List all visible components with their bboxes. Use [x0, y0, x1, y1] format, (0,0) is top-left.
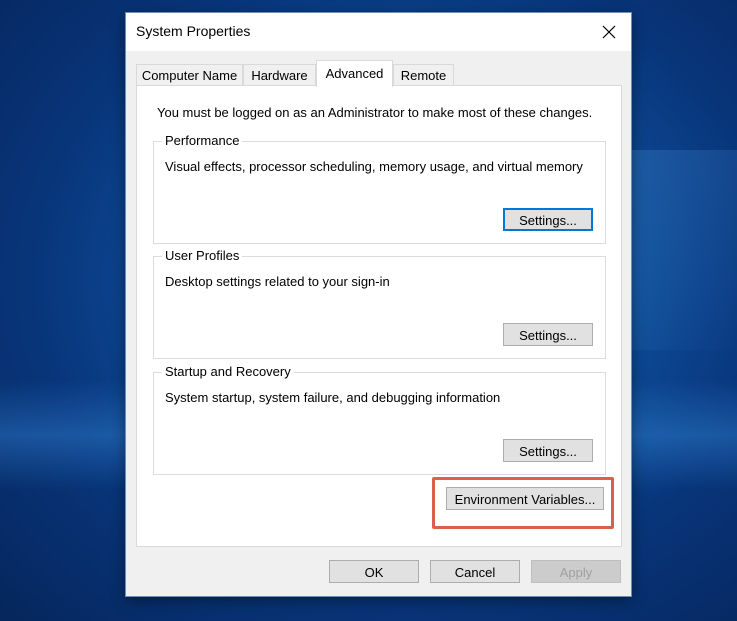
startup-recovery-settings-button[interactable]: Settings... [503, 439, 593, 462]
title-bar[interactable]: System Properties [126, 13, 631, 51]
user-profiles-settings-button[interactable]: Settings... [503, 323, 593, 346]
tab-computer-name[interactable]: Computer Name [136, 64, 243, 85]
user-profiles-description: Desktop settings related to your sign-in [165, 274, 390, 289]
startup-recovery-group: Startup and Recovery System startup, sys… [153, 364, 606, 475]
window-title: System Properties [136, 23, 251, 39]
user-profiles-group: User Profiles Desktop settings related t… [153, 248, 606, 359]
startup-recovery-description: System startup, system failure, and debu… [165, 390, 501, 405]
close-icon [602, 25, 616, 39]
admin-notice: You must be logged on as an Administrato… [157, 105, 593, 120]
startup-recovery-group-title: Startup and Recovery [162, 364, 294, 379]
ok-button[interactable]: OK [329, 560, 419, 583]
user-profiles-group-title: User Profiles [162, 248, 243, 263]
close-button[interactable] [587, 13, 631, 51]
performance-group: Performance Visual effects, processor sc… [153, 133, 606, 244]
tab-remote[interactable]: Remote [393, 64, 454, 85]
tab-hardware[interactable]: Hardware [243, 64, 316, 85]
apply-button[interactable]: Apply [531, 560, 621, 583]
tab-advanced[interactable]: Advanced [316, 60, 393, 87]
performance-description: Visual effects, processor scheduling, me… [165, 159, 583, 174]
environment-variables-highlight [432, 477, 614, 529]
performance-settings-button[interactable]: Settings... [503, 208, 593, 231]
cancel-button[interactable]: Cancel [430, 560, 520, 583]
performance-group-title: Performance [162, 133, 243, 148]
